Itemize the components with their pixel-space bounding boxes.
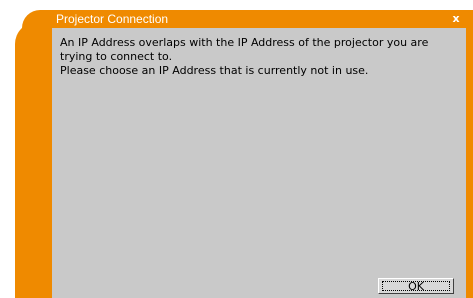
dialog-right-border bbox=[466, 10, 473, 298]
message-line-instruction: Please choose an IP Address that is curr… bbox=[60, 64, 369, 77]
projector-connection-dialog: Projector Connection x An IP Address ove… bbox=[0, 0, 473, 298]
message-line-overlap: An IP Address overlaps with the IP Addre… bbox=[60, 36, 429, 63]
message-text: An IP Address overlaps with the IP Addre… bbox=[60, 36, 460, 78]
dialog-title: Projector Connection bbox=[56, 12, 169, 26]
dialog-left-border bbox=[15, 22, 52, 298]
close-icon[interactable]: x bbox=[449, 12, 463, 26]
ok-button[interactable]: OK bbox=[378, 278, 454, 294]
ok-button-label: OK bbox=[408, 279, 424, 293]
dialog-content: An IP Address overlaps with the IP Addre… bbox=[52, 28, 466, 298]
